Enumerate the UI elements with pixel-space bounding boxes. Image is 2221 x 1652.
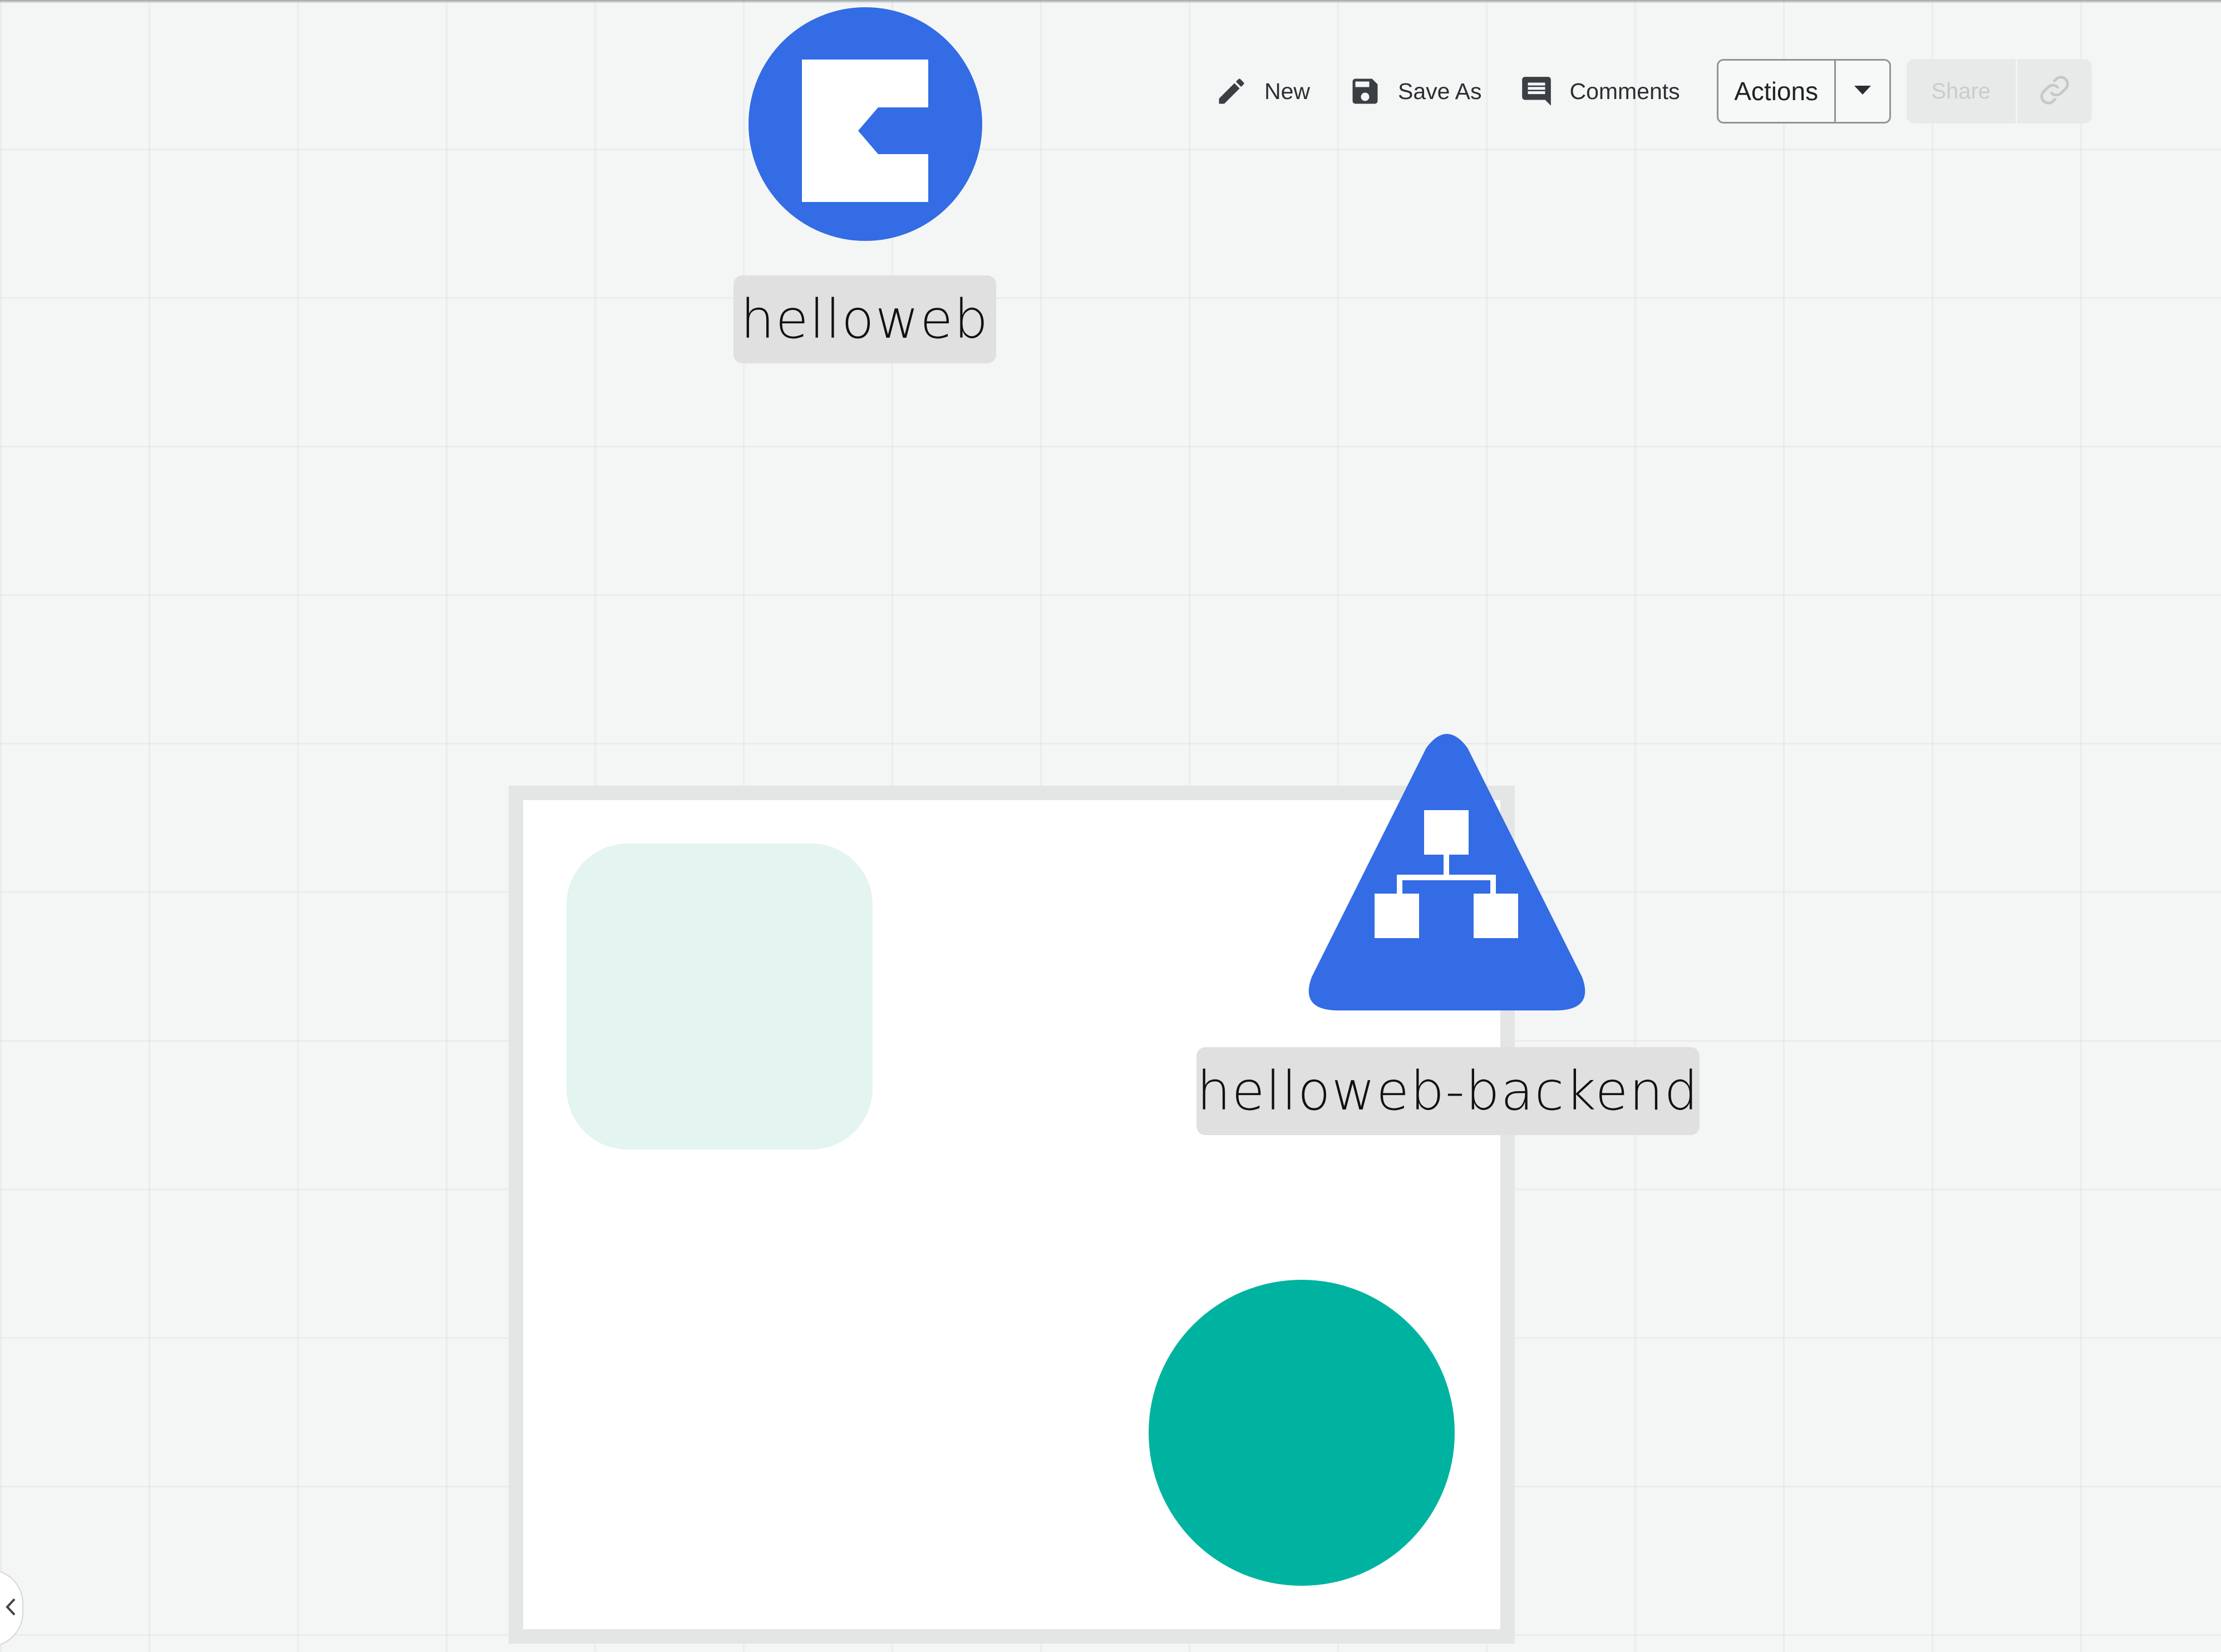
teal-circle-shape[interactable] bbox=[1149, 1280, 1455, 1586]
save-as-button[interactable]: Save As bbox=[1347, 58, 1481, 125]
pencil-icon bbox=[1213, 73, 1250, 110]
actions-button[interactable]: Actions bbox=[1718, 61, 1836, 122]
helloweb-label[interactable]: helloweb bbox=[733, 275, 996, 363]
share-control: Share bbox=[1906, 59, 2092, 124]
chevron-left-icon bbox=[4, 1597, 17, 1620]
floppy-disk-icon bbox=[1347, 73, 1383, 110]
comments-button[interactable]: Comments bbox=[1518, 58, 1680, 125]
network-hierarchy-icon bbox=[1308, 734, 1585, 1010]
comment-icon bbox=[1518, 73, 1555, 110]
toolbar: New Save As Comments Actions Share bbox=[1213, 58, 2092, 125]
helloweb-backend-node[interactable] bbox=[1305, 727, 1589, 1013]
helloweb-backend-label[interactable]: helloweb-backend bbox=[1196, 1047, 1700, 1135]
new-button[interactable]: New bbox=[1213, 58, 1310, 125]
rounded-square-shape[interactable] bbox=[567, 844, 873, 1150]
top-border bbox=[0, 0, 2221, 3]
caret-down-icon bbox=[1853, 85, 1872, 98]
ingress-icon bbox=[802, 60, 928, 202]
comments-label: Comments bbox=[1569, 78, 1680, 104]
copy-link-button[interactable] bbox=[2017, 59, 2092, 124]
share-button[interactable]: Share bbox=[1907, 59, 2017, 124]
sidebar-toggle[interactable] bbox=[0, 1569, 23, 1647]
new-label: New bbox=[1264, 78, 1311, 104]
save-as-label: Save As bbox=[1398, 78, 1482, 104]
link-icon bbox=[2037, 72, 2072, 111]
actions-dropdown: Actions bbox=[1716, 59, 1891, 124]
actions-menu-toggle[interactable] bbox=[1836, 61, 1889, 122]
helloweb-node[interactable] bbox=[748, 7, 982, 241]
